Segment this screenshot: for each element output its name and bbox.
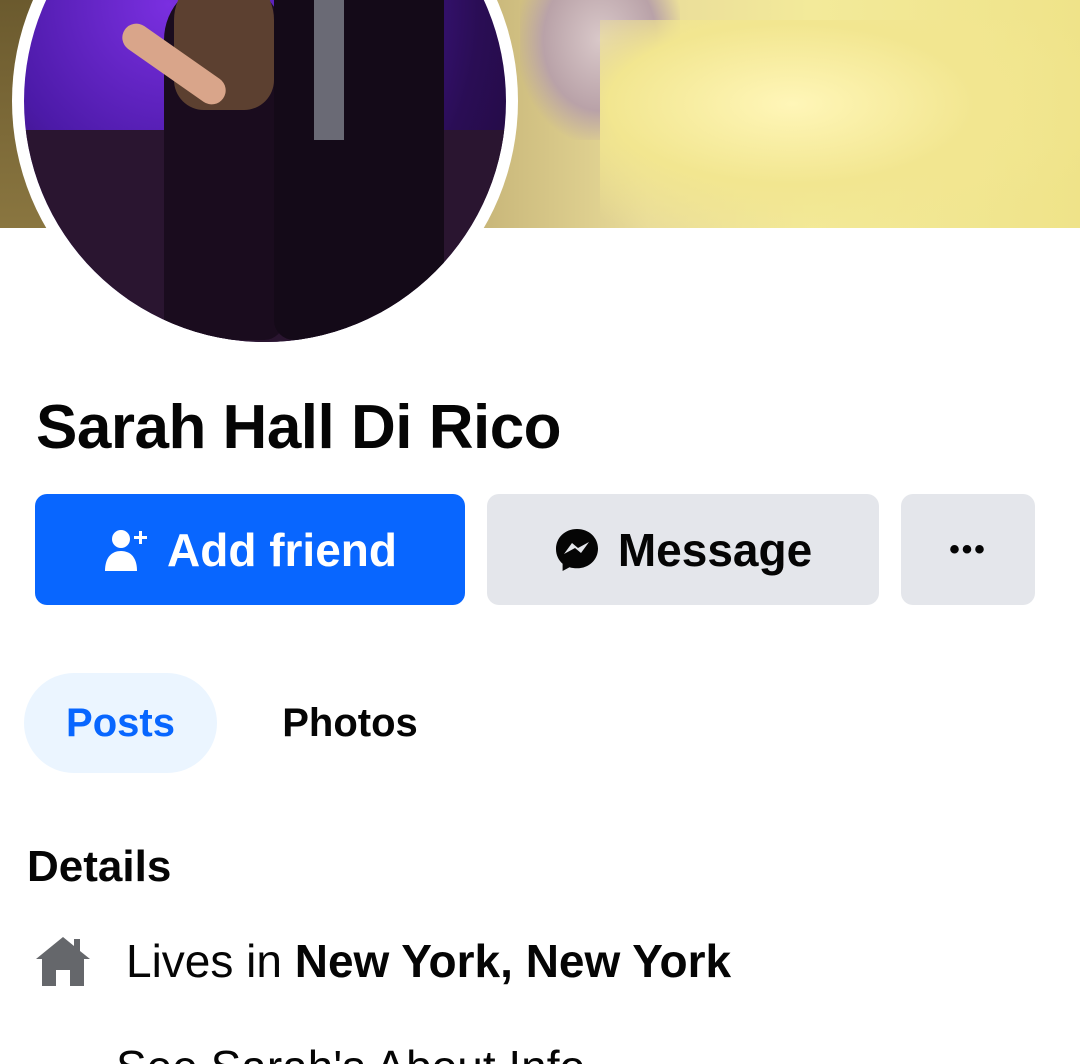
photo-person (274, 0, 444, 340)
photo-person-shirt (314, 0, 344, 140)
cover-photo-light (600, 20, 1080, 228)
more-options-button[interactable]: ••• (901, 494, 1035, 605)
details-heading: Details (27, 842, 172, 891)
tab-photos[interactable]: Photos (255, 673, 445, 773)
home-icon (34, 932, 92, 990)
message-button[interactable]: Message (487, 494, 879, 605)
add-friend-label: Add friend (167, 523, 397, 576)
profile-picture-image (24, 0, 506, 342)
profile-page: Sarah Hall Di Rico Add friend Message ••… (0, 0, 1080, 1064)
more-dots-icon: ••• (949, 532, 987, 566)
message-label: Message (617, 523, 813, 576)
person-add-icon (103, 527, 149, 573)
profile-picture[interactable] (12, 0, 518, 354)
lives-in-text: Lives in New York, New York (126, 934, 731, 988)
profile-name: Sarah Hall Di Rico (36, 393, 562, 462)
tab-posts[interactable]: Posts (24, 673, 217, 773)
lives-in-place[interactable]: New York, New York (295, 935, 731, 987)
see-about-info-link[interactable]: See Sarah's About Info (116, 1040, 585, 1064)
detail-lives-in: Lives in New York, New York (34, 928, 731, 994)
add-friend-button[interactable]: Add friend (35, 494, 465, 605)
lives-in-prefix: Lives in (126, 935, 295, 987)
messenger-icon (554, 527, 600, 573)
